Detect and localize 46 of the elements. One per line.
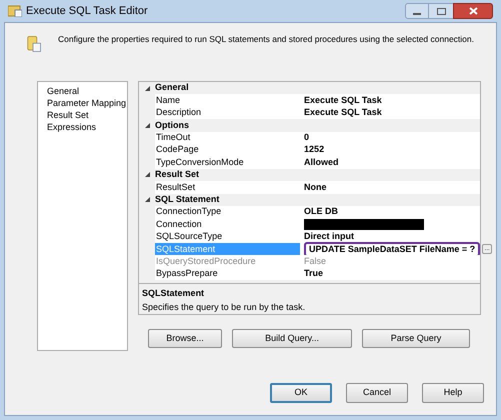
close-button[interactable] [453, 3, 493, 19]
document-icon [27, 33, 42, 55]
property-name[interactable]: ResultSet [155, 181, 300, 194]
description-title: SQLStatement [142, 287, 206, 300]
minimize-button[interactable] [405, 3, 429, 19]
property-name[interactable]: CodePage [155, 144, 300, 156]
page-list-item[interactable]: Result Set [46, 109, 90, 121]
dialog-button[interactable]: Help [422, 383, 484, 403]
property-value[interactable]: Execute SQL Task [304, 94, 382, 108]
maximize-button[interactable] [429, 3, 453, 19]
category-label: General [155, 81, 189, 94]
property-name[interactable]: ConnectionType [155, 206, 300, 218]
property-name[interactable]: SQLSourceType [155, 230, 300, 244]
property-value[interactable]: Allowed [304, 156, 339, 170]
property-value[interactable]: 0 [304, 131, 310, 145]
property-name[interactable]: BypassPrepare [155, 268, 300, 280]
property-name[interactable]: Name [155, 94, 300, 107]
folder-icon [8, 5, 22, 17]
dialog-button[interactable]: Cancel [346, 383, 408, 403]
description-text: Specifies the query to be run by the task. [142, 300, 306, 314]
action-button[interactable]: Browse... [148, 329, 222, 348]
property-value[interactable]: Direct input [304, 230, 354, 244]
collapse-icon[interactable] [144, 86, 150, 91]
close-icon [468, 7, 478, 15]
page-list-item[interactable]: General [46, 85, 80, 97]
property-name[interactable]: TypeConversionMode [155, 156, 300, 169]
collapse-icon[interactable] [144, 122, 150, 128]
property-value[interactable]: Execute SQL Task [304, 106, 382, 120]
property-name[interactable]: Description [155, 106, 300, 120]
property-value[interactable]: True [304, 267, 324, 281]
property-value[interactable]: 1252 [304, 143, 324, 157]
category-label: Result Set [155, 168, 200, 182]
action-button[interactable]: Build Query... [232, 329, 352, 348]
window-title: Execute SQL Task Editor [26, 4, 148, 19]
header-text: Configure the properties required to run SQL statements and stored procedures using the selected connection. [58, 33, 474, 46]
property-name[interactable]: TimeOut [155, 132, 300, 144]
dialog-button[interactable]: OK [270, 383, 332, 403]
page-list-item[interactable]: Parameter Mapping [46, 97, 128, 109]
property-value[interactable]: OLE DB [304, 205, 338, 219]
property-value[interactable]: None [304, 180, 327, 194]
category-label: Options [155, 118, 190, 132]
collapse-icon[interactable] [144, 197, 150, 202]
action-button[interactable]: Parse Query [362, 329, 470, 348]
category-label: SQL Statement [155, 192, 220, 206]
page-list-item[interactable]: Expressions [46, 121, 98, 133]
collapse-icon[interactable] [144, 172, 150, 178]
